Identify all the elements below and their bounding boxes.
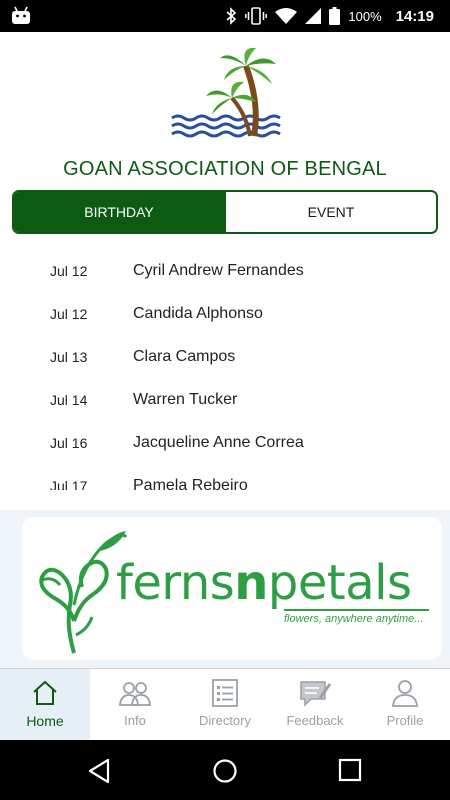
tab-birthday[interactable]: BIRTHDAY [14,192,224,232]
feedback-icon [300,681,331,707]
list-item[interactable]: Jul 14 Warren Tucker [0,379,450,422]
member-name: Cyril Andrew Fernandes [133,262,304,279]
nav-home-label: Home [26,713,64,729]
status-bar: 100% 14:19 [0,0,450,32]
android-icon [12,6,30,24]
recents-icon[interactable] [338,758,362,782]
brand-tagline: flowers, anywhere anytime... [284,613,424,625]
birthday-date: Jul 14 [50,392,88,408]
nav-info[interactable]: Info [90,669,180,740]
system-navigation-bar [0,740,450,800]
nav-home[interactable]: Home [0,669,90,740]
member-name: Warren Tucker [133,391,238,408]
nav-directory[interactable]: Directory [180,669,270,740]
nav-info-label: Info [124,713,146,728]
member-name: Candida Alphonso [133,305,263,322]
home-button-icon[interactable] [212,758,238,784]
list-item[interactable]: Jul 17 Pamela Rebeiro [0,465,450,490]
birthday-date: Jul 13 [50,349,88,365]
fnp-heart-vine-logo [39,531,128,654]
back-icon[interactable] [86,758,112,784]
birthday-date: Jul 12 [50,263,88,279]
nav-feedback-label: Feedback [286,713,344,728]
bluetooth-icon [226,7,237,25]
brand-petals: petals [267,555,412,611]
person-icon [392,680,418,707]
birthday-date: Jul 12 [50,306,88,322]
vibrate-icon [245,7,268,25]
list-item[interactable]: Jul 12 Cyril Andrew Fernandes [0,250,450,293]
fnp-brand-name: fernsnpetals [116,555,412,611]
birthday-date: Jul 16 [50,435,88,451]
sponsor-banner-area: fernsnpetals flowers, anywhere anytime..… [0,510,450,668]
page-title: GOAN ASSOCIATION OF BENGAL [63,158,387,180]
birthday-list[interactable]: Jul 12 Cyril Andrew Fernandes Jul 12 Can… [0,250,450,490]
nav-directory-label: Directory [198,713,251,728]
palm-tree-logo [171,47,281,138]
nav-feedback[interactable]: Feedback [270,669,360,740]
member-name: Jacqueline Anne Correa [133,434,304,451]
member-name: Pamela Rebeiro [133,477,248,490]
member-name: Clara Campos [133,348,236,365]
signal-icon [305,8,322,24]
wifi-icon [275,8,298,24]
bottom-navigation: Home Info Directory Feedback Profile [0,668,450,740]
nav-profile[interactable]: Profile [360,669,450,740]
battery-percent: 100% [348,8,382,24]
list-item[interactable]: Jul 16 Jacqueline Anne Correa [0,422,450,465]
brand-ferns: ferns [116,555,235,611]
people-icon [119,682,151,706]
brand-underline [284,609,429,611]
sponsor-banner[interactable]: fernsnpetals flowers, anywhere anytime..… [22,517,442,660]
home-icon [33,680,57,705]
birthday-date: Jul 17 [50,478,88,490]
tab-bar: BIRTHDAY EVENT [12,190,438,234]
tab-event[interactable]: EVENT [224,192,436,232]
clock: 14:19 [395,7,434,25]
nav-profile-label: Profile [386,713,424,728]
brand-n: n [234,555,268,611]
battery-icon [329,7,341,25]
list-item[interactable]: Jul 12 Candida Alphonso [0,293,450,336]
list-icon [212,679,238,707]
list-item[interactable]: Jul 13 Clara Campos [0,336,450,379]
